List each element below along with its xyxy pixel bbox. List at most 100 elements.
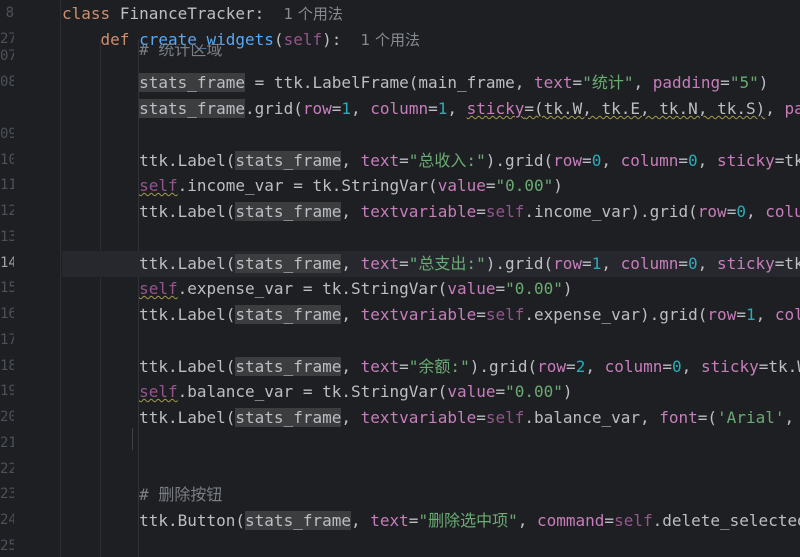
code-text: , [341,408,361,427]
string: "删除选中项" [418,511,518,530]
param: column [604,357,663,376]
variable: stats_frame [235,202,342,221]
code-editor[interactable]: 8 27 07 08 09 10 11 12 13 14 15 16 17 18… [0,0,800,557]
param: column [370,99,429,118]
param: row [707,305,737,324]
line-number: 18 [0,358,14,374]
param: row [302,99,332,118]
code-line-current[interactable]: ttk.Label(stats_frame, text="总支出:").grid… [62,251,800,277]
code-line[interactable]: # 删除按钮 [62,482,800,508]
line-number: 16 [0,306,14,322]
string: 'Arial' [717,408,785,427]
code-text: ttk.Label( [139,305,236,324]
code-text: ) [562,382,573,401]
number: 0 [688,151,698,170]
code-line[interactable]: stats_frame = ttk.LabelFrame(main_frame,… [62,70,800,96]
code-line[interactable]: ttk.Button(stats_frame, text="删除选中项", co… [62,508,800,534]
line-number: 08 [0,74,14,90]
string: "统计" [582,73,634,92]
param: textvariable [360,408,477,427]
code-text: = [720,73,730,92]
code-text: = [736,305,746,324]
string: "总支出:" [408,254,486,273]
variable: stats_frame [235,408,342,427]
code-text: , [351,511,371,530]
code-text: , [341,305,361,324]
self-keyword: self [614,511,653,530]
code-text: .expense_var).grid( [524,305,708,324]
param: command [536,511,605,530]
variable: stats_frame [235,254,342,273]
code-text: .balance_var = tk.StringVar( [177,382,448,401]
variable: stats_frame [235,357,342,376]
code-text: ttk.Label( [139,357,236,376]
code-text: = [476,408,486,427]
comment: # 删除按钮 [139,485,223,504]
line-number: 07 [0,48,14,64]
code-line[interactable]: ttk.Label(stats_frame, text="余额:").grid(… [62,354,800,380]
code-line[interactable]: ttk.Label(stats_frame, textvariable=self… [62,302,800,328]
param: padx [784,99,800,118]
code-text: .balance_var, [524,408,660,427]
gutter-divider [60,0,61,557]
code-text: , [341,254,361,273]
code-text: = [428,99,438,118]
string: "0.00" [495,176,554,195]
line-number: 19 [0,383,14,399]
param: sticky [716,254,775,273]
code-text: = ttk.LabelFrame(main_frame, [245,73,535,92]
string: "余额:" [408,357,470,376]
line-number: 13 [0,229,14,245]
code-text: = [582,151,592,170]
param: text [360,254,400,273]
number: 0 [736,202,746,221]
param: value [437,176,486,195]
code-text: = [572,73,583,92]
code-text: .income_var = tk.StringVar( [177,176,438,195]
code-text: =( [697,408,718,427]
code-text: ttk.Label( [139,408,236,427]
code-text: = [678,254,689,273]
self-keyword: self [485,305,525,324]
variable: stats_frame [245,511,351,530]
code-text: ).grid( [485,151,554,170]
number: 2 [575,357,586,376]
usage-hint[interactable]: 1 个用法 [284,5,343,23]
code-text: =(tk.W, tk.E, tk.N, tk.S) [524,99,766,118]
code-text: ) [553,176,563,195]
code-text: = [485,176,496,195]
line-number: 8 [5,5,14,21]
code-text: , [601,254,621,273]
line-number: 25 [0,538,14,554]
code-text: , [341,357,361,376]
code-text: ).grid( [469,357,538,376]
param: text [360,151,400,170]
code-line[interactable]: ttk.Label(stats_frame, text="总收入:").grid… [62,148,800,174]
code-text: , [351,99,371,118]
code-text: =tk.W, [758,357,800,376]
param: column [620,151,679,170]
code-line[interactable]: class FinanceTracker: 1 个用法 [62,1,800,27]
number: 1 [745,305,756,324]
param-warning: sticky [466,99,525,118]
code-text: = [399,254,409,273]
code-line[interactable]: self.expense_var = tk.StringVar(value="0… [62,276,800,302]
code-line[interactable]: stats_frame.grid(row=1, column=1, sticky… [62,96,800,122]
code-text: =tk.W [774,254,800,273]
code-line[interactable]: ttk.Label(stats_frame, textvariable=self… [62,199,800,225]
code-text: = [476,202,486,221]
code-line[interactable]: self.balance_var = tk.StringVar(value="0… [62,379,800,405]
code-line[interactable]: # 统计区域 [62,44,800,64]
param: colum [774,305,800,324]
variable: stats_frame [139,99,246,118]
param: value [447,382,496,401]
code-line[interactable]: self.income_var = tk.StringVar(value="0.… [62,173,800,199]
line-number: 24 [0,512,14,528]
code-text: = [399,151,409,170]
code-text: = [408,511,419,530]
self-keyword: self [485,408,525,427]
code-line[interactable]: ttk.Label(stats_frame, textvariable=self… [62,405,800,431]
code-text: ).grid( [485,254,554,273]
comment: # 统计区域 [139,44,223,59]
code-text: ttk.Label( [139,254,236,273]
